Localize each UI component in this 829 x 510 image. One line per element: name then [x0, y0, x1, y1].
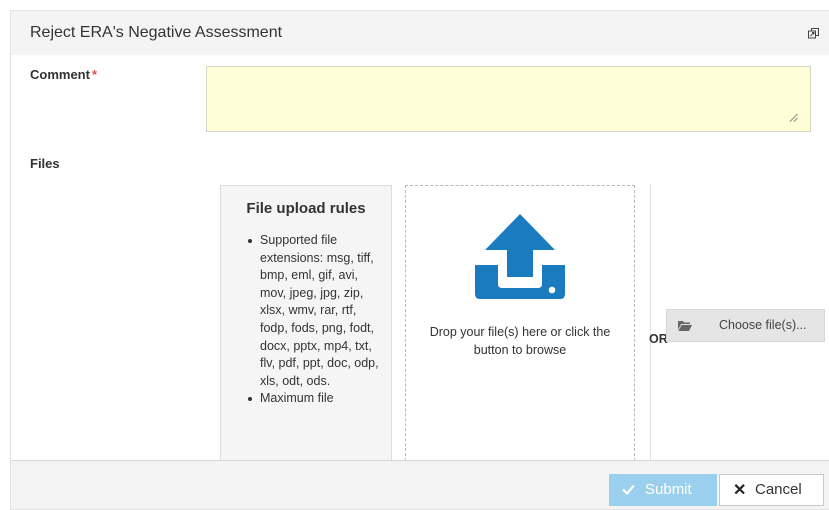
required-mark: * — [91, 67, 98, 82]
close-icon: ✕ — [733, 482, 747, 499]
dialog-title: Reject ERA's Negative Assessment — [30, 24, 283, 41]
rules-list: Supported file extensions: msg, tiff, bm… — [246, 232, 386, 408]
file-upload-rules-panel: File upload rules Supported file extensi… — [220, 185, 392, 476]
submit-label: Submit — [645, 481, 692, 498]
files-label: Files — [30, 156, 60, 171]
submit-button[interactable]: Submit — [609, 474, 717, 506]
rules-title: File upload rules — [246, 200, 366, 217]
or-label: OR — [649, 332, 668, 346]
choose-files-label: Choose file(s)... — [719, 318, 807, 332]
reject-dialog: Reject ERA's Negative Assessment Comment… — [10, 10, 829, 510]
rule-item-max-size: Maximum file — [246, 390, 386, 408]
comment-label: Comment * — [30, 67, 97, 82]
choose-files-button[interactable]: Choose file(s)... — [666, 309, 825, 342]
resize-grip-icon[interactable] — [789, 113, 798, 122]
upload-icon — [475, 214, 565, 299]
divider — [650, 184, 651, 475]
comment-textarea[interactable] — [206, 66, 811, 132]
dialog-footer: Submit ✕ Cancel — [11, 460, 829, 509]
dropzone-text: Drop your file(s) here or click the butt… — [429, 325, 611, 357]
check-icon — [622, 484, 635, 495]
comment-label-text: Comment — [30, 67, 90, 82]
cancel-label: Cancel — [755, 481, 802, 498]
dialog-header: Reject ERA's Negative Assessment — [11, 11, 829, 55]
folder-open-icon — [678, 321, 692, 331]
restore-window-icon[interactable] — [808, 28, 819, 39]
cancel-button[interactable]: ✕ Cancel — [719, 474, 824, 506]
file-dropzone[interactable]: Drop your file(s) here or click the butt… — [405, 185, 635, 476]
rule-item-extensions: Supported file extensions: msg, tiff, bm… — [246, 232, 386, 390]
